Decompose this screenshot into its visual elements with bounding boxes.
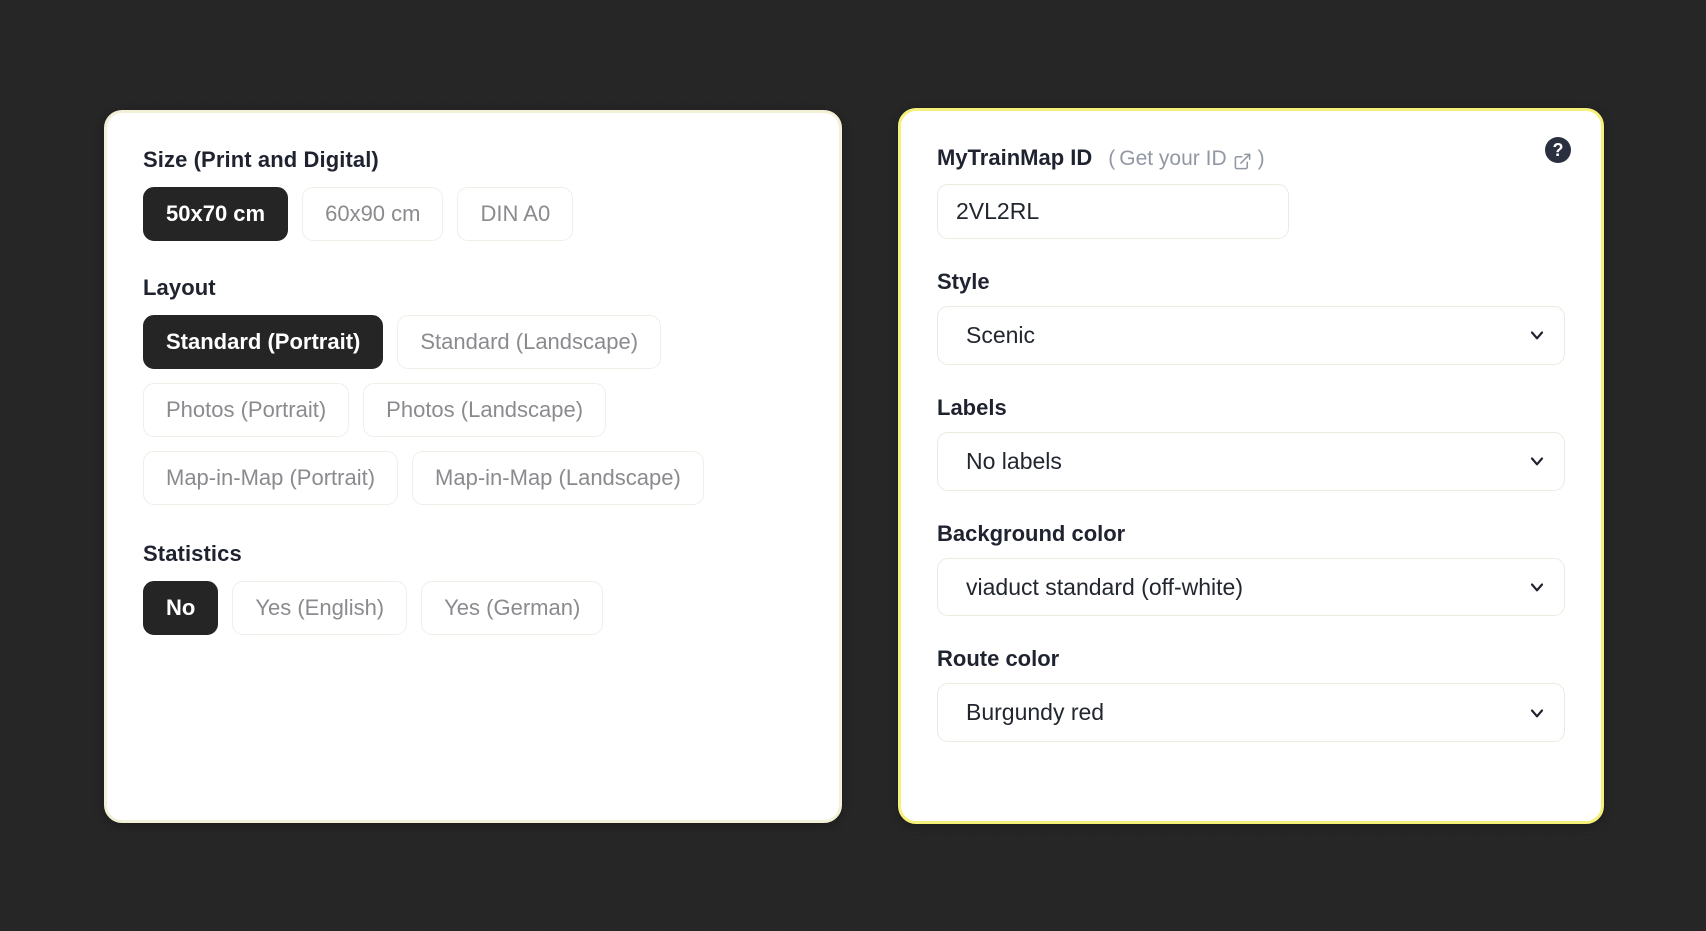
statistics-option-no[interactable]: No [143, 580, 219, 635]
style-field: Style Scenic [937, 269, 1565, 365]
page-root: Size (Print and Digital) 50x70 cm 60x90 … [0, 0, 1706, 931]
help-icon[interactable]: ? [1545, 137, 1571, 163]
size-and-layout-panel: Size (Print and Digital) 50x70 cm 60x90 … [104, 110, 842, 823]
style-select-wrapper: Scenic [937, 306, 1565, 365]
statistics-group-label: Statistics [143, 540, 242, 566]
route-color-select-wrapper: Burgundy red [937, 683, 1565, 742]
labels-select-wrapper: No labels [937, 431, 1565, 491]
map-options-panel: ? MyTrainMap ID (Get your ID ) 2VL2RL St… [898, 108, 1604, 824]
labels-label: Labels [937, 394, 1007, 420]
route-color-field: Route color Burgundy red [937, 646, 1565, 742]
statistics-group: Statistics No Yes (English) Yes (German) [143, 541, 803, 635]
external-link-icon [1233, 152, 1252, 171]
labels-field: Labels No labels [937, 395, 1565, 491]
get-id-open-paren: ( [1108, 147, 1116, 170]
mytrainmap-id-header: MyTrainMap ID (Get your ID ) [937, 145, 1565, 171]
mytrainmap-id-input[interactable] [937, 184, 1289, 239]
layout-option-photos-landscape[interactable]: Photos (Landscape) [363, 382, 607, 437]
style-label: Style [937, 269, 990, 294]
background-color-field: Background color viaduct standard (off-w… [937, 521, 1565, 617]
background-color-select[interactable]: viaduct standard (off-white) [937, 557, 1565, 617]
layout-option-standard-landscape[interactable]: Standard (Landscape) [397, 314, 662, 369]
statistics-option-yes-english[interactable]: Yes (English) [232, 580, 408, 635]
size-option-50x70[interactable]: 50x70 cm [143, 187, 289, 241]
get-id-close-paren: ) [1257, 147, 1265, 170]
route-color-select[interactable]: Burgundy red [937, 683, 1565, 742]
layout-option-map-in-map-landscape[interactable]: Map-in-Map (Landscape) [412, 450, 704, 505]
layout-option-buttons: Standard (Portrait) Standard (Landscape)… [143, 314, 783, 505]
mytrainmap-id-label: MyTrainMap ID [937, 145, 1093, 170]
statistics-option-yes-german[interactable]: Yes (German) [421, 580, 604, 635]
size-group-label: Size (Print and Digital) [143, 147, 379, 172]
statistics-option-buttons: No Yes (English) Yes (German) [143, 580, 803, 635]
layout-group: Layout Standard (Portrait) Standard (Lan… [143, 275, 803, 505]
size-option-60x90[interactable]: 60x90 cm [302, 187, 444, 241]
size-option-din-a0[interactable]: DIN A0 [457, 187, 574, 241]
layout-group-label: Layout [143, 274, 216, 300]
layout-option-standard-portrait[interactable]: Standard (Portrait) [143, 314, 384, 369]
background-color-label: Background color [937, 520, 1126, 546]
layout-option-photos-portrait[interactable]: Photos (Portrait) [143, 382, 350, 437]
size-group: Size (Print and Digital) 50x70 cm 60x90 … [143, 147, 803, 241]
background-color-select-wrapper: viaduct standard (off-white) [937, 557, 1565, 617]
style-select[interactable]: Scenic [937, 306, 1565, 365]
labels-select[interactable]: No labels [937, 431, 1565, 491]
size-option-buttons: 50x70 cm 60x90 cm DIN A0 [143, 187, 803, 241]
get-your-id-link[interactable]: (Get your ID ) [1108, 147, 1264, 171]
route-color-label: Route color [937, 646, 1060, 672]
help-icon-glyph: ? [1552, 140, 1564, 160]
get-id-link-text: Get your ID [1119, 147, 1227, 170]
layout-option-map-in-map-portrait[interactable]: Map-in-Map (Portrait) [143, 450, 399, 505]
mytrainmap-id-field: MyTrainMap ID (Get your ID ) [937, 145, 1565, 239]
